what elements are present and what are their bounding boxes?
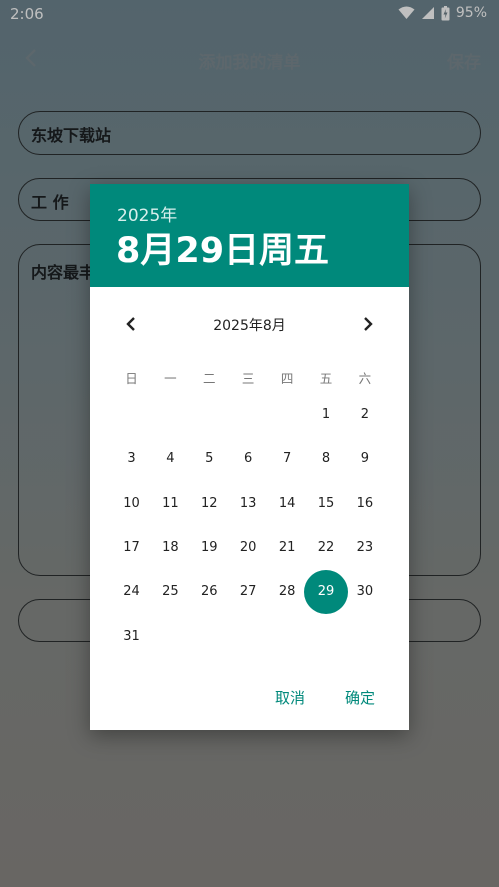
calendar-day[interactable]: 10 [110,482,154,526]
date-picker-header: 2025年 8月29日周五 [90,184,409,287]
month-navigation: 2025年8月 [90,311,409,337]
weekday-label: 五 [319,371,333,386]
calendar-grid: 1 2 3 4 5 6 7 8 9 10 11 12 13 14 15 16 17 18 19 20 21 22 23 24 2… [90,393,409,644]
calendar-day[interactable]: 26 [187,570,231,614]
calendar-day[interactable]: 18 [148,526,192,570]
selected-day[interactable]: 29 [304,570,348,615]
calendar-day[interactable]: 4 [148,437,192,481]
calendar-day[interactable]: 13 [226,482,270,526]
calendar-day[interactable]: 7 [265,437,309,481]
calendar-day[interactable]: 11 [148,482,192,526]
header-date[interactable]: 8月29日周五 [116,222,329,273]
calendar-day[interactable]: 12 [187,482,231,526]
date-picker-dialog: 2025年 8月29日周五 2025年8月 日一二三四五六 1234567891… [90,184,409,730]
calendar-day[interactable]: 16 [343,482,387,526]
calendar-day[interactable]: 21 [265,526,309,570]
calendar-day[interactable]: 31 [110,615,154,659]
calendar-day[interactable]: 3 [110,437,154,481]
calendar-day[interactable]: 24 [110,570,154,614]
calendar-day[interactable]: 15 [304,482,348,526]
calendar-day[interactable]: 14 [265,482,309,526]
ok-button[interactable]: 确定 [345,687,375,708]
calendar-day[interactable]: 2 [343,393,387,437]
chevron-right-icon [364,317,373,331]
calendar-day[interactable]: 5 [187,437,231,481]
weekday-label: 一 [164,371,177,386]
weekday-label: 四 [280,371,294,386]
calendar-day[interactable]: 22 [304,526,348,570]
weekday-header: 日一二三四五六 [90,368,409,388]
calendar-day[interactable]: 9 [343,437,387,481]
calendar-day[interactable]: 17 [110,526,154,570]
calendar-day[interactable]: 25 [148,570,192,614]
calendar-day[interactable]: 30 [343,570,387,614]
weekday-label: 日 [125,371,138,386]
weekday-label: 六 [358,371,372,386]
calendar-day[interactable]: 23 [343,526,387,570]
calendar-day[interactable]: 20 [226,526,270,570]
calendar-day[interactable]: 6 [226,437,270,481]
weekday-label: 二 [203,371,216,386]
calendar-day[interactable]: 8 [304,437,348,481]
calendar-day[interactable]: 27 [226,570,270,614]
calendar-day[interactable]: 28 [265,570,309,614]
weekday-label: 三 [241,371,255,386]
next-month-button[interactable] [357,313,379,335]
calendar-day[interactable]: 1 [304,393,348,437]
dialog-actions: 取消 确定 [90,684,409,708]
cancel-button[interactable]: 取消 [275,687,305,708]
calendar-day[interactable]: 19 [187,526,231,570]
